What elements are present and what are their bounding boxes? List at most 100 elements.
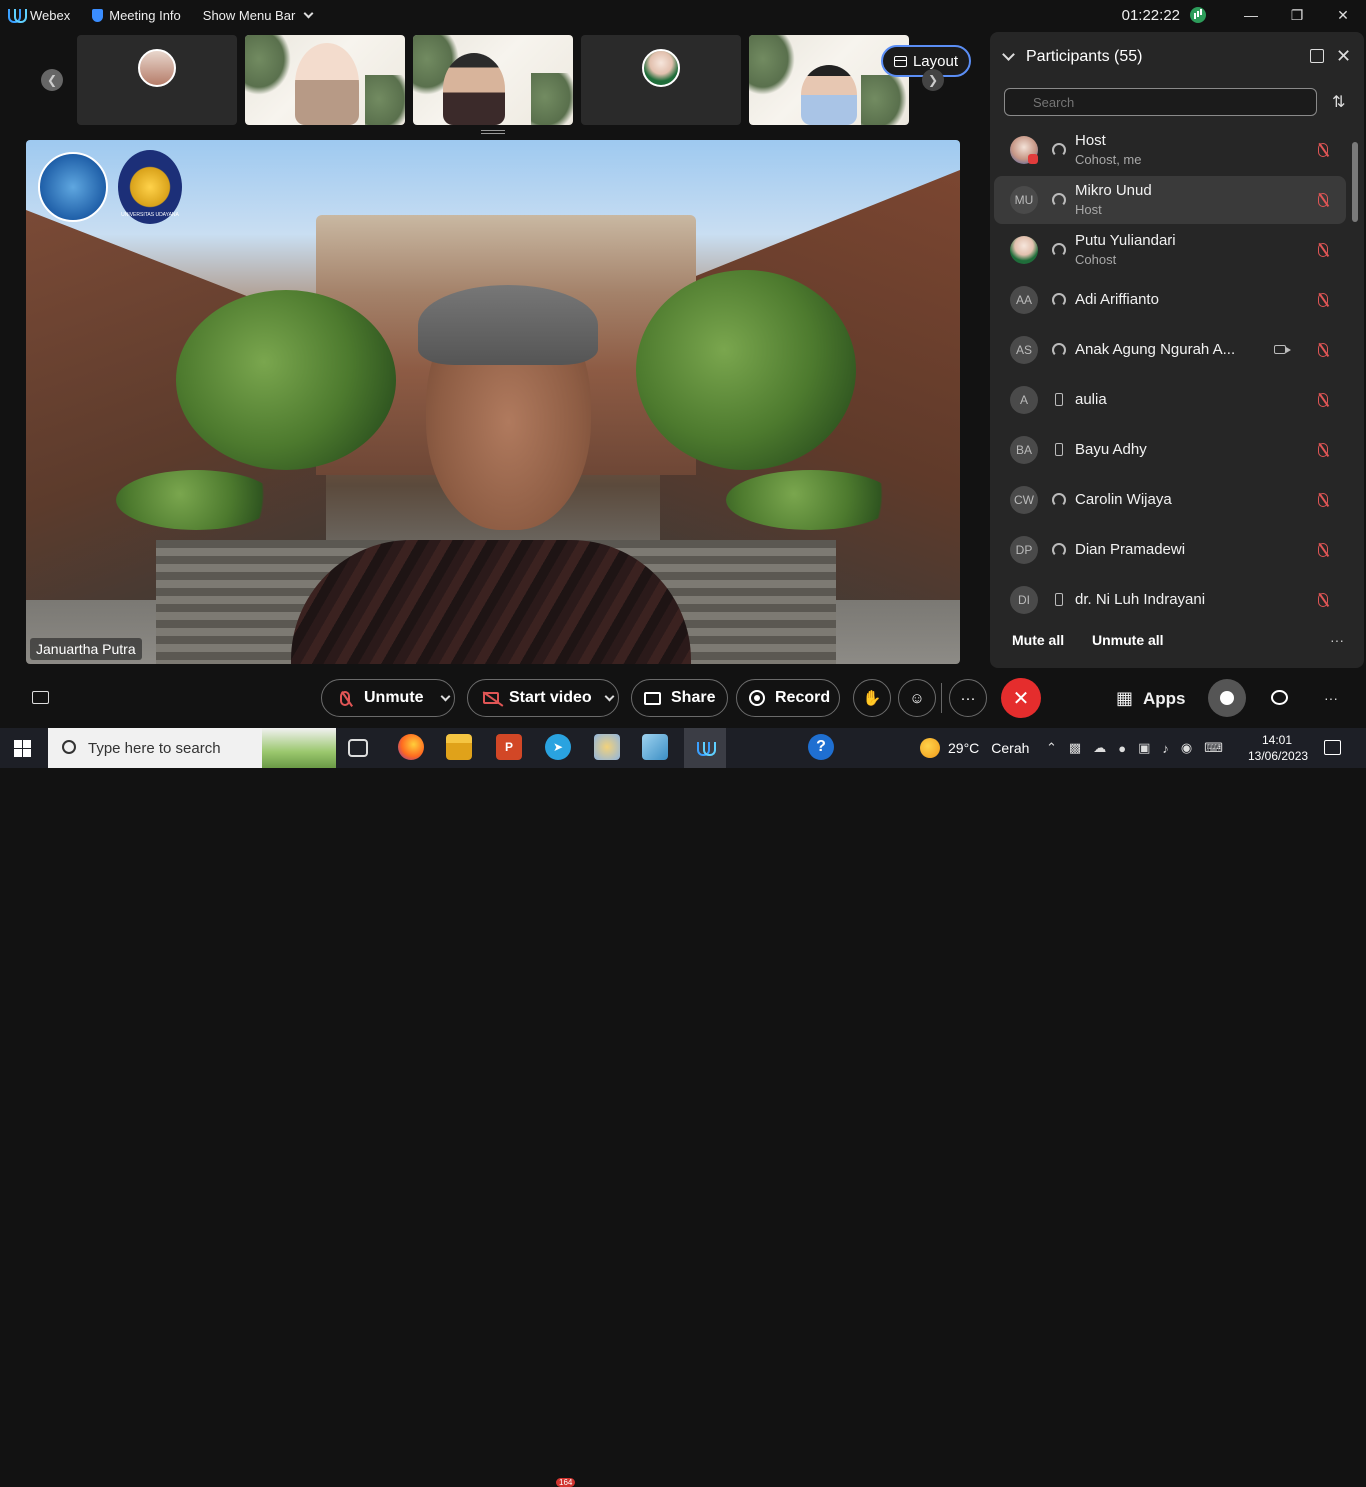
active-speaker-video[interactable]: UNIVERSITAS UDAYANA Januartha Putra [26,140,960,664]
meeting-info-label: Meeting Info [109,7,181,23]
taskbar-clock[interactable]: 14:01 13/06/2023 [1248,732,1309,764]
more-apps-button[interactable]: ··· [1324,690,1338,706]
scrollbar-thumb[interactable] [1352,142,1358,222]
webex-menu[interactable]: Webex [8,8,70,23]
mic-muted-icon[interactable] [1318,193,1328,207]
mic-muted-icon[interactable] [1318,443,1328,457]
participants-toggle-button[interactable] [1208,679,1246,717]
mic-muted-icon[interactable] [1318,243,1328,257]
mic-muted-icon[interactable] [1318,143,1328,157]
telegram-icon[interactable]: ➤ [545,734,571,760]
raise-hand-button[interactable]: ✋ [853,679,891,717]
computer-audio-icon [1052,343,1066,357]
mic-muted-icon[interactable] [1318,293,1328,307]
leaf-decoration [749,35,795,95]
reactions-button[interactable]: ☺ [898,679,936,717]
cloud-icon[interactable]: ☁ [1093,740,1106,756]
restore-button[interactable]: ❐ [1274,0,1320,30]
strip-next-arrow-icon[interactable]: ❯ [922,69,944,91]
close-panel-icon[interactable]: ✕ [1336,46,1351,67]
participant-avatar: DP [1010,536,1038,564]
webex-taskbar-icon[interactable] [684,728,726,768]
apps-icon: ▦ [1116,688,1134,708]
mic-muted-icon[interactable] [1318,393,1328,407]
share-button[interactable]: Share [631,679,728,717]
clock-date: 13/06/2023 [1248,749,1309,763]
participant-row[interactable]: Putu Yuliandari Cohost [994,226,1346,274]
volume-icon[interactable]: ♪ [1162,741,1169,756]
network-icon[interactable]: ▩ [1069,740,1081,756]
more-options-button[interactable]: ··· [949,679,987,717]
popout-icon[interactable] [1310,49,1324,63]
apps-button[interactable]: ▦ Apps [1116,688,1186,709]
record-button[interactable]: Record [736,679,840,717]
keyboard-icon[interactable]: ⌨ [1204,740,1223,756]
mic-muted-icon[interactable] [1318,493,1328,507]
speaker-hair [418,285,598,365]
participant-row[interactable]: BA Bayu Adhy [994,426,1346,474]
weather-sun-icon [920,738,940,758]
divider [941,683,942,713]
participant-row[interactable]: AA Adi Ariffianto [994,276,1346,324]
video-thumbnail[interactable] [413,35,573,125]
paint-icon[interactable] [594,734,620,760]
app-icon[interactable] [642,734,668,760]
participant-scrollbar[interactable] [1352,128,1358,618]
video-thumbnail[interactable] [245,35,405,125]
title-bar: Webex Meeting Info Show Menu Bar 01:22:2… [0,0,1366,30]
notifications-icon[interactable] [1324,740,1341,755]
participant-row[interactable]: MU Mikro Unud Host [994,176,1346,224]
closed-captions-icon[interactable] [32,691,49,704]
participant-row[interactable]: A aulia [994,376,1346,424]
close-window-button[interactable]: ✕ [1320,0,1366,30]
speaker-figure [291,540,691,664]
end-meeting-button[interactable]: ✕ [1001,678,1041,718]
chevron-up-icon[interactable]: ⌃ [1046,740,1057,756]
participant-row[interactable]: AS Anak Agung Ngurah A... [994,326,1346,374]
mute-all-button[interactable]: Mute all [1012,632,1064,648]
more-label: ··· [960,689,976,707]
windows-taskbar: Type here to search P ➤ 164 ? 29°C Cerah… [0,728,1366,1487]
powerpoint-icon[interactable]: P [496,734,522,760]
speaker-name-tag: Januartha Putra [30,638,142,660]
sort-icon[interactable]: ⇅ [1332,92,1345,112]
mic-muted-icon[interactable] [1318,343,1328,357]
mic-muted-icon[interactable] [1318,543,1328,557]
microphone-icon[interactable]: ● [1118,741,1126,756]
chevron-down-icon[interactable] [604,691,615,701]
windows-start-icon[interactable] [14,740,31,757]
unmute-all-button[interactable]: Unmute all [1092,632,1164,648]
weather-widget[interactable]: 29°C Cerah [920,728,1029,768]
participant-row[interactable]: DP Dian Pramadewi [994,526,1346,574]
collapse-chevron-icon[interactable] [1002,48,1015,61]
participant-search-input[interactable] [1004,88,1317,116]
start-video-button[interactable]: Start video [467,679,619,717]
participant-row[interactable]: DI dr. Ni Luh Indrayani [994,576,1346,624]
statistics-icon[interactable] [1190,7,1206,23]
firefox-icon[interactable] [398,734,424,760]
chevron-down-icon[interactable] [440,691,451,701]
video-thumbnail[interactable] [581,35,741,125]
meeting-info-button[interactable]: Meeting Info [92,8,181,23]
show-menu-bar-button[interactable]: Show Menu Bar [203,8,314,23]
minimize-button[interactable]: — [1228,0,1274,30]
resize-grip[interactable] [481,130,505,134]
chat-icon[interactable] [1271,690,1288,705]
file-explorer-icon[interactable] [446,734,472,760]
camera-icon[interactable]: ◉ [1181,740,1192,756]
participant-row[interactable]: CW Carolin Wijaya [994,476,1346,524]
mic-muted-icon[interactable] [1318,593,1328,607]
webex-logo-icon [697,742,716,756]
avatar [138,49,176,87]
share-label: Share [671,689,716,706]
participant-name: Bayu Adhy [1075,441,1147,458]
help-icon[interactable]: ? [808,734,834,760]
system-tray[interactable]: ⌃ ▩ ☁ ● ▣ ♪ ◉ ⌨ [1046,728,1223,768]
strip-prev-arrow-icon[interactable]: ❮ [41,69,63,91]
panel-more-options-button[interactable]: ··· [1330,632,1344,648]
video-thumbnail[interactable] [77,35,237,125]
unmute-button[interactable]: Unmute [321,679,455,717]
display-icon[interactable]: ▣ [1138,740,1150,756]
task-view-icon[interactable] [348,739,368,757]
participant-row[interactable]: Host Cohost, me [994,126,1346,174]
